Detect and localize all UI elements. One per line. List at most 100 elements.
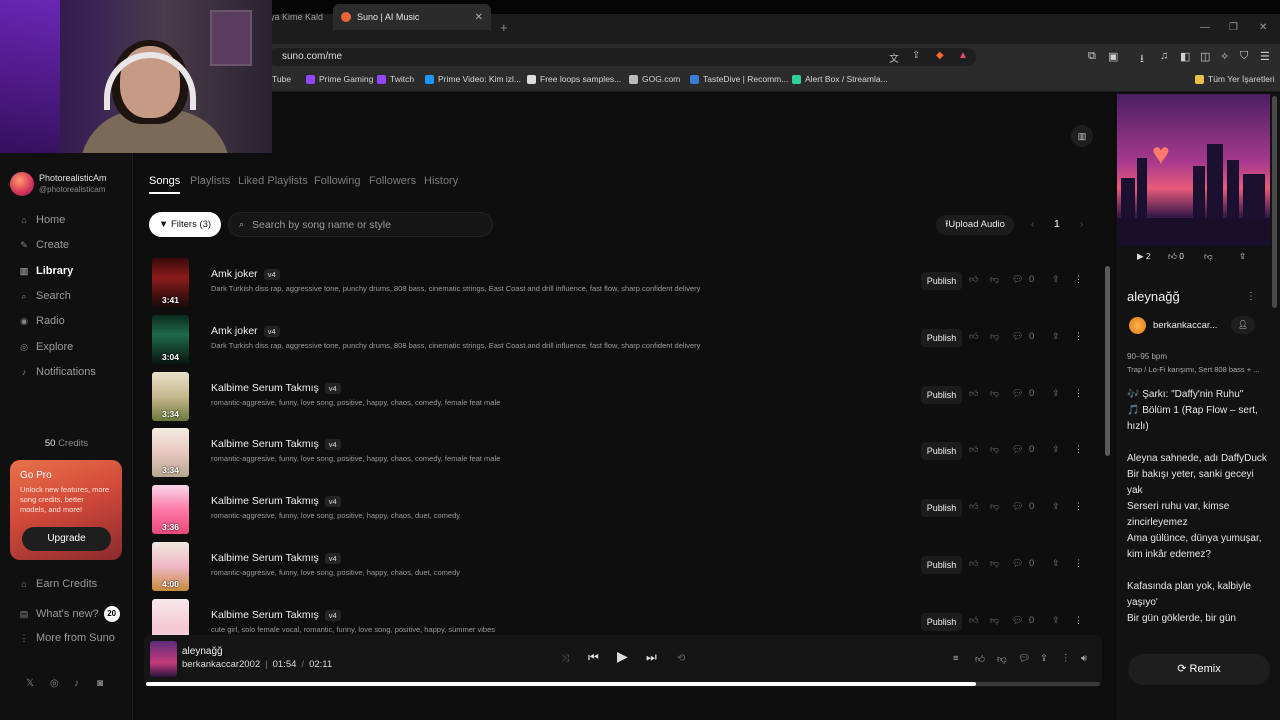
comment-icon[interactable]: 💬︎ <box>1012 501 1023 512</box>
more-options-icon[interactable]: ⋮ <box>1074 331 1083 342</box>
player-more-icon[interactable]: ⋮ <box>1061 653 1071 664</box>
more-options-icon[interactable]: ⋮ <box>1246 291 1256 302</box>
tab-songs[interactable]: Songs <box>149 175 181 194</box>
more-from-suno-link[interactable]: ⋮ More from Suno <box>18 632 115 644</box>
x-twitter-icon[interactable]: 𝕏 <box>26 678 34 689</box>
menu-icon[interactable]: ☰ <box>1260 50 1270 63</box>
song-style[interactable]: Trap / Lo-Fi karışımı, Sert 808 bass + .… <box>1127 365 1259 374</box>
playback-progress[interactable] <box>146 682 1100 686</box>
more-options-icon[interactable]: ⋮ <box>1074 388 1083 399</box>
earn-credits-link[interactable]: ⌂ Earn Credits <box>18 578 97 590</box>
song-title[interactable]: Amk joker v4 <box>211 268 280 280</box>
dislike-icon[interactable]: 👎︎ <box>990 444 999 455</box>
song-row[interactable]: 4:00 Kalbime Serum Takmış v4 romantic-aggre… <box>140 540 1100 596</box>
song-title[interactable]: Amk joker v4 <box>211 325 280 337</box>
minimize-icon[interactable]: — <box>1200 22 1210 33</box>
sidebar-toggle-icon[interactable]: ▣ <box>1108 50 1118 63</box>
prev-page-icon[interactable]: ‹ <box>1031 219 1034 230</box>
like-icon[interactable]: 👍︎ <box>969 615 978 626</box>
share-icon[interactable]: ⇪ <box>1052 501 1060 512</box>
upload-audio-button[interactable]: ⭱Upload Audio <box>936 215 1014 235</box>
url-field[interactable]: suno.com/me <box>268 48 976 66</box>
song-thumbnail[interactable]: 3:36 <box>152 485 189 534</box>
leo-ai-icon[interactable]: ✧ <box>1220 50 1229 63</box>
player-comment-icon[interactable]: 💬︎ <box>1018 653 1030 664</box>
publish-button[interactable]: Publish <box>921 329 962 347</box>
like-icon[interactable]: 👍︎ <box>969 331 978 342</box>
vpn-icon[interactable]: ⛉ <box>1240 50 1248 63</box>
more-options-icon[interactable]: ⋮ <box>1074 558 1083 569</box>
bookmark-item[interactable]: Free loops samples... <box>527 74 621 84</box>
song-title[interactable]: Kalbime Serum Takmış v4 <box>211 495 341 507</box>
sidebar-item-search[interactable]: ⌕ Search <box>18 290 70 302</box>
previous-track-icon[interactable]: ⏮ <box>588 650 599 665</box>
share-icon[interactable]: ⇪ <box>1239 251 1246 262</box>
instagram-icon[interactable]: ◎ <box>50 678 59 689</box>
new-tab-icon[interactable]: + <box>500 20 508 35</box>
tab-history[interactable]: History <box>424 175 458 187</box>
publish-button[interactable]: Publish <box>921 272 962 290</box>
sidebar-item-notifications[interactable]: ♪ Notifications <box>18 366 96 378</box>
extensions-icon[interactable]: ⧉ <box>1088 50 1096 63</box>
wallet-icon[interactable]: ◫ <box>1200 50 1210 63</box>
bookmark-item[interactable]: TasteDive | Recomm... <box>690 74 788 84</box>
dislike-icon[interactable]: 👎︎ <box>1204 251 1213 262</box>
panel-scrollbar[interactable] <box>1272 96 1277 308</box>
song-row[interactable]: Kalbime Serum Takmış v4 cute girl, solo fe… <box>140 597 1100 637</box>
publish-button[interactable]: Publish <box>921 499 962 517</box>
split-view-icon[interactable]: ◧ <box>1180 50 1190 63</box>
all-bookmarks-folder[interactable]: Tüm Yer İşaretleri <box>1195 74 1275 84</box>
share-icon[interactable]: ⇪ <box>1052 444 1060 455</box>
comment-icon[interactable]: 💬︎ <box>1012 331 1023 342</box>
publish-button[interactable]: Publish <box>921 556 962 574</box>
more-options-icon[interactable]: ⋮ <box>1074 615 1083 626</box>
song-search-input[interactable] <box>252 218 473 231</box>
song-thumbnail[interactable]: 3:34 <box>152 372 189 421</box>
share-icon[interactable]: ⇪ <box>1052 558 1060 569</box>
tiktok-icon[interactable]: ♪ <box>74 678 79 689</box>
tab-liked-playlists[interactable]: Liked Playlists <box>238 175 308 187</box>
song-thumbnail[interactable] <box>152 599 189 637</box>
dislike-icon[interactable]: 👎︎ <box>990 388 999 399</box>
share-icon[interactable]: ⇪ <box>1052 331 1060 342</box>
publish-button[interactable]: Publish <box>921 386 962 404</box>
tab-playlists[interactable]: Playlists <box>190 175 230 187</box>
comment-icon[interactable]: 💬︎ <box>1012 444 1023 455</box>
close-tab-icon[interactable]: ✕ <box>475 12 483 23</box>
queue-icon[interactable]: ≡ <box>953 653 959 664</box>
player-title[interactable]: aleynağğ <box>182 646 223 657</box>
like-icon[interactable]: 👍︎ <box>969 388 978 399</box>
more-options-icon[interactable]: ⋮ <box>1074 274 1083 285</box>
song-title[interactable]: Kalbime Serum Takmış v4 <box>211 382 341 394</box>
bookmark-item[interactable]: Alert Box / Streamla... <box>792 74 888 84</box>
song-row[interactable]: 3:04 Amk joker v4 Dark Turkish diss rap, ag… <box>140 313 1100 369</box>
repeat-icon[interactable]: ⟲ <box>677 653 685 664</box>
share-icon[interactable]: ⇪ <box>1052 388 1060 399</box>
comment-icon[interactable]: 💬︎ <box>1012 615 1023 626</box>
song-thumbnail[interactable]: 3:34 <box>152 428 189 477</box>
volume-icon[interactable]: 🔊︎ <box>1081 653 1087 664</box>
remix-button[interactable]: ⟳ Remix <box>1128 654 1270 685</box>
trash-button[interactable]: ▥ <box>1071 125 1093 147</box>
creator-avatar[interactable] <box>1129 317 1146 334</box>
next-page-icon[interactable]: › <box>1080 219 1083 230</box>
song-thumbnail[interactable]: 3:04 <box>152 315 189 364</box>
whats-new-link[interactable]: ▤ What's new? 20 <box>18 606 120 622</box>
next-track-icon[interactable]: ⏭ <box>646 650 657 665</box>
publish-button[interactable]: Publish <box>921 442 962 460</box>
dislike-icon[interactable]: 👎︎ <box>990 501 999 512</box>
sidebar-item-create[interactable]: ✎ Create <box>18 239 69 251</box>
like-icon[interactable]: 👍︎ <box>969 274 978 285</box>
comment-icon[interactable]: 💬︎ <box>1012 274 1023 285</box>
player-cover[interactable] <box>150 641 177 677</box>
player-like-icon[interactable]: 👍︎ <box>975 653 985 665</box>
player-share-icon[interactable]: ⇪ <box>1040 653 1048 664</box>
song-row[interactable]: 3:41 Amk joker v4 Dark Turkish diss rap, ag… <box>140 256 1100 312</box>
tab-followers[interactable]: Followers <box>369 175 416 187</box>
like-icon[interactable]: 👍︎ <box>969 444 978 455</box>
dislike-icon[interactable]: 👎︎ <box>990 331 999 342</box>
creator-name[interactable]: berkankaccar... <box>1153 320 1217 331</box>
sidebar-item-explore[interactable]: ◎ Explore <box>18 341 73 353</box>
bookmark-item[interactable]: Tube <box>272 74 291 84</box>
filters-button[interactable]: ▼ Filters (3) <box>149 212 221 237</box>
